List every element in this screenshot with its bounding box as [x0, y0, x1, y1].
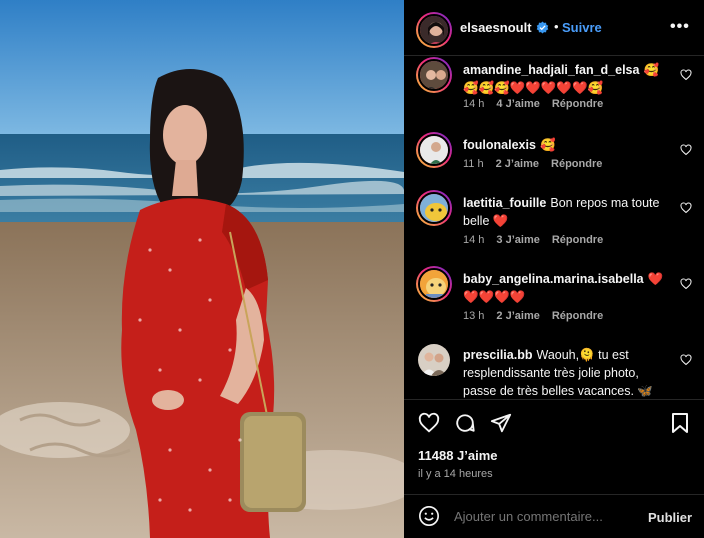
like-heart-icon[interactable]	[418, 412, 440, 439]
comment-bubble-icon[interactable]	[454, 412, 476, 439]
comment-username[interactable]: amandine_hadjali_fan_d_elsa	[463, 63, 639, 77]
comment-text: prescilia.bb Waouh,🫠 tu est resplendissan…	[463, 346, 668, 399]
commenter-avatar-image	[420, 61, 448, 89]
comment-username[interactable]: prescilia.bb	[463, 348, 532, 362]
share-paper-plane-icon[interactable]	[490, 412, 512, 439]
author-avatar[interactable]	[416, 12, 452, 48]
commenter-avatar[interactable]	[416, 132, 452, 168]
header-separator: •	[554, 19, 559, 34]
commenter-avatar-image	[420, 270, 448, 298]
comment-username[interactable]: foulonalexis	[463, 138, 536, 152]
comment-text: baby_angelina.marina.isabella ❤️❤️❤️❤️❤️	[463, 270, 668, 306]
add-comment-bar: Publier	[404, 494, 704, 538]
comment-time: 14 h	[463, 98, 485, 110]
comment-text: laetitia_fouille Bon repos ma toute belle…	[463, 194, 668, 230]
comment-meta: 13 h 2 J’aime Répondre	[463, 310, 603, 322]
comment-username[interactable]: laetitia_fouille	[463, 196, 546, 210]
comment-like-heart-icon[interactable]	[680, 277, 692, 295]
follow-button[interactable]: Suivre	[562, 20, 602, 35]
comment-likes[interactable]: 2 J’aime	[496, 158, 539, 170]
reply-button[interactable]: Répondre	[552, 234, 603, 246]
commenter-avatar-image	[420, 136, 448, 164]
comment-time: 14 h	[463, 234, 485, 246]
comment-likes[interactable]: 4 J’aime	[496, 98, 539, 110]
more-options-icon[interactable]: •••	[670, 18, 690, 36]
comment-meta: 14 h 3 J’aime Répondre	[463, 234, 603, 246]
author-avatar-image	[420, 16, 448, 44]
reply-button[interactable]: Répondre	[551, 158, 602, 170]
post-timestamp[interactable]: il y a 14 heures	[418, 468, 493, 480]
comment-likes[interactable]: 3 J’aime	[496, 234, 539, 246]
comment-meta: 14 h 4 J’aime Répondre	[463, 98, 603, 110]
likes-count[interactable]: 11488 J’aime	[418, 448, 498, 463]
comment-time: 13 h	[463, 310, 485, 322]
publish-button[interactable]: Publier	[648, 510, 692, 525]
photo-beach-scene	[0, 0, 404, 538]
comment-like-heart-icon[interactable]	[680, 201, 692, 219]
comment-likes[interactable]: 2 J’aime	[496, 310, 539, 322]
comment-time: 11 h	[463, 158, 484, 170]
comment-meta: 11 h 2 J’aime Répondre	[463, 158, 602, 170]
comments-list[interactable]: amandine_hadjali_fan_d_elsa 🥰🥰🥰🥰❤️❤️❤️❤️❤…	[404, 57, 704, 399]
comment-input[interactable]	[454, 509, 644, 524]
post-photo[interactable]	[0, 0, 404, 538]
reply-button[interactable]: Répondre	[552, 310, 603, 322]
comment-like-heart-icon[interactable]	[680, 353, 692, 371]
post-actions: 11488 J’aime il y a 14 heures	[404, 399, 704, 499]
reply-button[interactable]: Répondre	[552, 98, 603, 110]
author-username[interactable]: elsaesnoult	[460, 20, 532, 35]
save-bookmark-icon[interactable]	[670, 412, 690, 439]
comment-like-heart-icon[interactable]	[680, 68, 692, 86]
comment-like-heart-icon[interactable]	[680, 143, 692, 161]
post-side-panel: elsaesnoult • Suivre ••• amandine_hadjal…	[404, 0, 704, 538]
emoji-picker-icon[interactable]	[418, 505, 440, 532]
verified-badge-icon	[536, 21, 549, 39]
commenter-avatar[interactable]	[416, 266, 452, 302]
commenter-avatar[interactable]	[416, 190, 452, 226]
comment-body: 🥰	[539, 138, 556, 152]
commenter-avatar[interactable]	[418, 344, 450, 376]
comment-username[interactable]: baby_angelina.marina.isabella	[463, 272, 644, 286]
comment-text: foulonalexis 🥰	[463, 136, 668, 154]
commenter-avatar-image	[420, 194, 448, 222]
commenter-avatar[interactable]	[416, 57, 452, 93]
post-header: elsaesnoult • Suivre •••	[404, 0, 704, 56]
comment-text: amandine_hadjali_fan_d_elsa 🥰🥰🥰🥰❤️❤️❤️❤️❤…	[463, 61, 668, 97]
commenter-avatar-image	[418, 344, 450, 376]
